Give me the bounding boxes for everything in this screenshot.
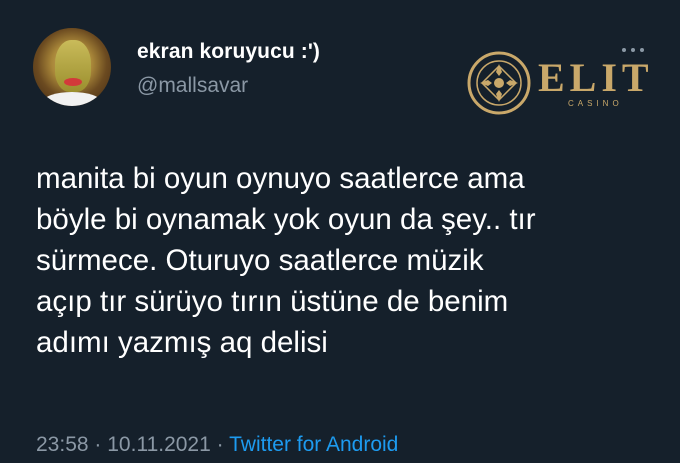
elit-casino-logo: ELIT CASINO — [466, 50, 649, 121]
avatar-lips — [64, 78, 82, 86]
tweet-line: adımı yazmış aq delisi — [36, 326, 328, 359]
dot — [640, 48, 644, 52]
meta-separator: · — [216, 433, 224, 456]
tweet-line: açıp tır sürüyo tırın üstüne de benim — [36, 285, 509, 318]
author-handle[interactable]: @mallsavar — [137, 74, 248, 98]
tweet-text: manita bi oyun oynuyo saatlerce ama böyl… — [36, 158, 656, 363]
more-dots-icon[interactable] — [622, 47, 644, 53]
tweet-time[interactable]: 23:58 — [36, 433, 89, 456]
tweet-date[interactable]: 10.11.2021 — [107, 433, 211, 456]
avatar[interactable] — [33, 28, 111, 106]
author-display-name[interactable]: ekran koruyucu :') — [137, 40, 320, 64]
logo-text: ELIT — [538, 55, 654, 100]
dot — [622, 48, 626, 52]
tweet-line: böyle bi oynamak yok oyun da şey.. tır — [36, 203, 536, 236]
casino-emblem-icon — [467, 51, 531, 115]
tweet: ekran koruyucu :') @mallsavar ELIT CASIN… — [0, 0, 680, 463]
tweet-meta: 23:58 · 10.11.2021 · Twitter for Android — [36, 433, 398, 457]
avatar-collar — [43, 92, 101, 106]
tweet-line: sürmece. Oturuyo saatlerce müzik — [36, 244, 484, 277]
dot — [631, 48, 635, 52]
logo-subtext: CASINO — [568, 99, 623, 108]
meta-separator: · — [94, 433, 102, 456]
tweet-line: manita bi oyun oynuyo saatlerce ama — [36, 162, 525, 195]
tweet-source-link[interactable]: Twitter for Android — [229, 433, 398, 456]
